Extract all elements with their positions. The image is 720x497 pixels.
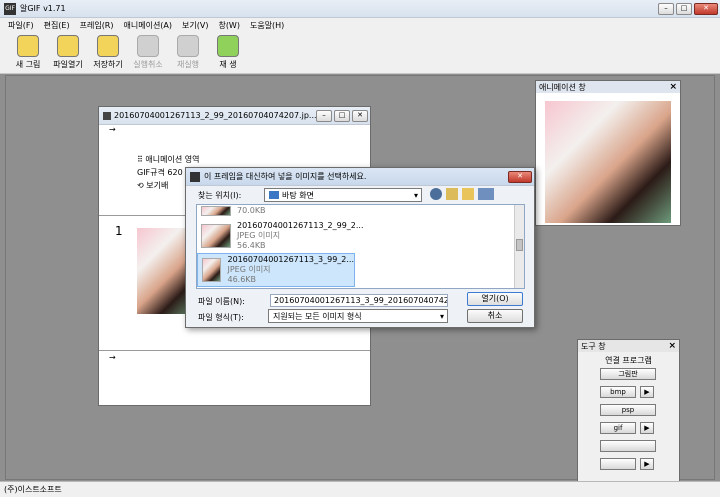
undo-icon [137, 35, 159, 57]
toolbar: 새 그림 파일열기 저장하기 실행취소 재실행 재 생 [0, 32, 720, 74]
document-title: 20160704001267113_2_99_20160704074207.jp… [114, 111, 316, 120]
minimize-button[interactable]: – [658, 2, 674, 15]
save-button[interactable]: 저장하기 [88, 35, 128, 70]
undo-button[interactable]: 실행취소 [128, 35, 168, 70]
empty-tool-slot[interactable] [600, 458, 636, 470]
empty-tool-arrow-button[interactable]: ▶ [640, 458, 654, 470]
psp-button[interactable]: psp [600, 404, 656, 416]
file-thumbnail [201, 206, 231, 216]
save-icon [97, 35, 119, 57]
cancel-button[interactable]: 취소 [467, 309, 523, 323]
tool-window-close-icon[interactable]: × [668, 341, 676, 351]
play-button[interactable]: 재 생 [208, 35, 248, 70]
associated-program-label: 연결 프로그램 [605, 356, 652, 365]
view-label[interactable]: 보기배 [146, 181, 168, 190]
file-list-scrollbar[interactable] [514, 205, 524, 288]
redo-button[interactable]: 재실행 [168, 35, 208, 70]
menu-help[interactable]: 도움말(H) [250, 20, 284, 31]
document-title-bar: 20160704001267113_2_99_20160704074207.jp… [99, 107, 370, 125]
new-image-button[interactable]: 새 그림 [8, 35, 48, 70]
close-button[interactable]: ✕ [694, 2, 718, 15]
file-list: 70.0KB 20160704001267113_2_99_2... JPEG … [196, 204, 525, 289]
menu-edit[interactable]: 편집(E) [44, 20, 70, 31]
look-in-select[interactable]: 바탕 화면 ▾ [264, 188, 422, 202]
filename-input[interactable]: 20160704001267113_3_99_20160704074207.jp… [270, 294, 448, 307]
animation-area-label: 애니메이션 영역 [145, 155, 200, 164]
chevron-down-icon: ▾ [413, 190, 418, 200]
bmp-button[interactable]: bmp [600, 386, 636, 398]
status-text: (주)이스트소프트 [4, 485, 62, 494]
animation-window-close-icon[interactable]: × [669, 82, 677, 92]
file-item[interactable]: 70.0KB [197, 205, 524, 219]
dialog-title-bar: 이 프레임을 대신하여 넣을 이미지를 선택하세요. ✕ [186, 168, 534, 186]
status-bar: (주)이스트소프트 [0, 481, 720, 497]
gif-arrow-button[interactable]: ▶ [640, 422, 654, 434]
animation-window-title-bar: 애니메이션 창 × [536, 81, 680, 93]
dialog-app-icon [190, 171, 200, 182]
desktop-icon [269, 191, 279, 199]
look-in-label: 찾는 위치(I): [198, 191, 242, 200]
open-file-button[interactable]: 파일열기 [48, 35, 88, 70]
empty-tool-button[interactable] [600, 440, 656, 452]
app-logo-icon: GIF [4, 2, 16, 15]
file-open-dialog: 이 프레임을 대신하여 넣을 이미지를 선택하세요. ✕ 찾는 위치(I): 바… [185, 167, 535, 328]
filetype-label: 파일 형식(T): [198, 313, 244, 322]
menu-view[interactable]: 보기(V) [182, 20, 208, 31]
loop-icon: ⟲ [137, 181, 147, 190]
tool-window-title-bar: 도구 창 × [578, 340, 679, 352]
paint-button[interactable]: 그림판 [600, 368, 656, 380]
menu-frame[interactable]: 프레임(R) [80, 20, 114, 31]
filename-label: 파일 이름(N): [198, 297, 245, 306]
filetype-select[interactable]: 지원되는 모든 이미지 형식 ▾ [268, 309, 448, 323]
tool-window-title: 도구 창 [581, 341, 606, 351]
scrollbar-thumb[interactable] [516, 239, 523, 251]
view-menu-icon[interactable] [478, 188, 494, 200]
document-arrow-bottom: → [109, 353, 116, 362]
file-item-selected[interactable]: 20160704001267113_3_99_2... JPEG 이미지 46.… [197, 253, 355, 287]
maximize-button[interactable]: □ [676, 2, 692, 15]
file-thumbnail [202, 258, 222, 282]
animation-window-title: 애니메이션 창 [539, 82, 586, 92]
play-icon [217, 35, 239, 57]
redo-icon [177, 35, 199, 57]
document-icon [103, 111, 111, 120]
chevron-down-icon: ▾ [439, 311, 444, 321]
document-maximize-button[interactable]: □ [334, 109, 350, 122]
menu-window[interactable]: 창(W) [218, 20, 240, 31]
menu-file[interactable]: 파일(F) [8, 20, 34, 31]
menu-bar: 파일(F) 편집(E) 프레임(R) 애니메이션(A) 보기(V) 창(W) 도… [0, 18, 720, 32]
menu-animation[interactable]: 애니메이션(A) [124, 20, 173, 31]
file-item[interactable]: 20160704001267113_2_99_2... JPEG 이미지 56.… [197, 219, 524, 253]
dialog-title: 이 프레임을 대신하여 넣을 이미지를 선택하세요. [204, 172, 367, 181]
gif-button[interactable]: gif [600, 422, 636, 434]
frame-number: 1 [115, 224, 123, 238]
open-file-icon [57, 35, 79, 57]
new-folder-icon[interactable] [462, 188, 474, 200]
animation-preview-image [545, 101, 671, 223]
tool-window: 도구 창 × 연결 프로그램 그림판 bmp ▶ psp gif ▶ ▶ [577, 339, 680, 486]
main-title-bar: GIF 알GIF v1.71 – □ ✕ [0, 0, 720, 18]
dialog-close-button[interactable]: ✕ [508, 170, 532, 183]
document-minimize-button[interactable]: – [316, 109, 332, 122]
back-icon[interactable] [430, 188, 442, 200]
document-close-button[interactable]: ✕ [352, 109, 368, 122]
document-arrow-top: → [109, 125, 116, 134]
new-image-icon [17, 35, 39, 57]
app-title: 알GIF v1.71 [20, 4, 66, 13]
animation-window: 애니메이션 창 × [535, 80, 681, 226]
open-button[interactable]: 열기(O) [467, 292, 523, 306]
bmp-arrow-button[interactable]: ▶ [640, 386, 654, 398]
up-folder-icon[interactable] [446, 188, 458, 200]
file-thumbnail [201, 224, 231, 248]
